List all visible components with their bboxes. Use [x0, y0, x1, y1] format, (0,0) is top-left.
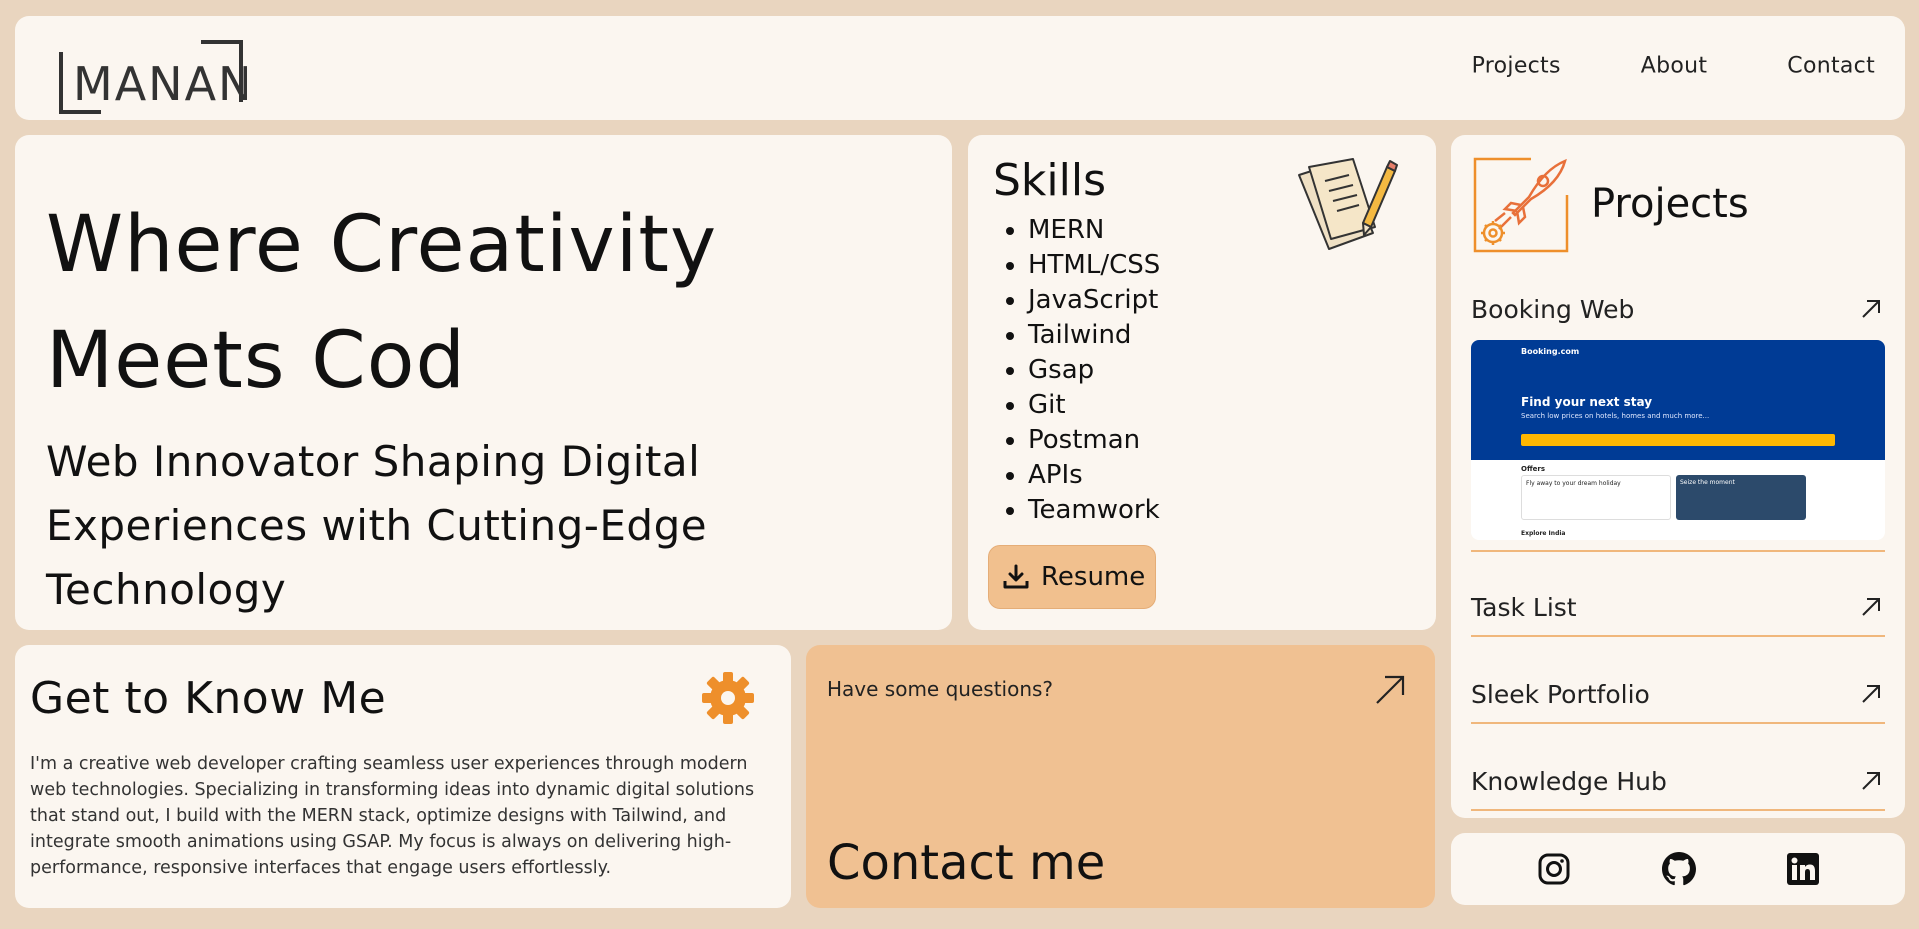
- resume-download-button[interactable]: Resume: [988, 545, 1156, 609]
- skill-item: Git: [1028, 388, 1160, 423]
- contact-question: Have some questions?: [827, 677, 1054, 701]
- project-name: Knowledge Hub: [1471, 767, 1667, 796]
- project-item-task-list[interactable]: Task List: [1471, 593, 1885, 637]
- project-name: Task List: [1471, 593, 1577, 622]
- skills-card: Skills MERN HTML/CSS JavaScript Tailwind…: [968, 135, 1436, 630]
- svg-text:MANAN: MANAN: [73, 57, 247, 111]
- skill-item: JavaScript: [1028, 283, 1160, 318]
- contact-card[interactable]: Have some questions? Contact me: [806, 645, 1435, 908]
- preview-search-bar: [1521, 434, 1835, 446]
- about-text: I'm a creative web developer crafting se…: [30, 754, 755, 878]
- contact-title: Contact me: [827, 835, 1106, 891]
- skill-item: Teamwork: [1028, 493, 1160, 528]
- skills-list: MERN HTML/CSS JavaScript Tailwind Gsap G…: [1028, 213, 1160, 528]
- download-icon: [1003, 564, 1029, 590]
- arrow-up-right-icon: [1859, 297, 1883, 325]
- hero-subtitle: Web Innovator Shaping Digital Experience…: [46, 437, 708, 614]
- gear-icon: [700, 670, 756, 730]
- preview-offers: Offers: [1521, 465, 1545, 473]
- top-nav: MANAN Projects About Contact: [15, 16, 1905, 120]
- arrow-up-right-icon[interactable]: [1373, 673, 1407, 711]
- project-item-sleek-portfolio[interactable]: Sleek Portfolio: [1471, 680, 1885, 724]
- preview-card-moment: Seize the moment: [1676, 475, 1806, 520]
- skill-item: Gsap: [1028, 353, 1160, 388]
- preview-tagline: Search low prices on hotels, homes and m…: [1521, 412, 1710, 420]
- skills-title: Skills: [993, 155, 1107, 206]
- nav-projects-link[interactable]: Projects: [1472, 54, 1561, 79]
- hero-card: Where Creativity Meets Cod Web Innovator…: [15, 135, 952, 630]
- about-title: Get to Know Me: [30, 673, 387, 724]
- project-name: Sleek Portfolio: [1471, 680, 1650, 709]
- skill-item: APIs: [1028, 458, 1160, 493]
- project-divider: [1471, 550, 1885, 552]
- nav-contact-link[interactable]: Contact: [1787, 54, 1875, 79]
- arrow-up-right-icon: [1859, 769, 1883, 797]
- skill-item: HTML/CSS: [1028, 248, 1160, 283]
- nav-about-link[interactable]: About: [1641, 54, 1708, 79]
- arrow-up-right-icon: [1859, 595, 1883, 623]
- booking-web-preview: Booking.com Find your next stay Search l…: [1471, 340, 1885, 540]
- about-card: Get to Know Me I'm a creative web develo…: [15, 645, 791, 908]
- projects-title: Projects: [1591, 181, 1749, 227]
- preview-card-flights: Fly away to your dream holiday: [1521, 475, 1671, 520]
- resume-label: Resume: [1041, 562, 1146, 592]
- skill-item: Postman: [1028, 423, 1160, 458]
- projects-card: Projects Booking Web Booking.com Find yo…: [1451, 135, 1905, 818]
- nav-links: Projects About Contact: [1472, 54, 1875, 79]
- social-links-card: [1451, 833, 1905, 905]
- logo-icon: MANAN: [59, 40, 252, 114]
- preview-explore: Explore India: [1521, 530, 1566, 537]
- preview-brand: Booking.com: [1521, 347, 1580, 356]
- github-icon[interactable]: [1661, 852, 1696, 886]
- linkedin-icon[interactable]: [1787, 853, 1820, 885]
- rocket-gear-icon: [1471, 155, 1571, 259]
- logo[interactable]: MANAN: [57, 38, 252, 120]
- notes-pencil-icon: [1291, 153, 1401, 257]
- instagram-icon[interactable]: [1537, 852, 1571, 886]
- skill-item: Tailwind: [1028, 318, 1160, 353]
- preview-headline: Find your next stay: [1521, 395, 1653, 409]
- arrow-up-right-icon: [1859, 682, 1883, 710]
- project-item-knowledge-hub[interactable]: Knowledge Hub: [1471, 767, 1885, 811]
- skill-item: MERN: [1028, 213, 1160, 248]
- project-name: Booking Web: [1471, 295, 1635, 324]
- hero-title: Where Creativity Meets Cod: [46, 200, 718, 406]
